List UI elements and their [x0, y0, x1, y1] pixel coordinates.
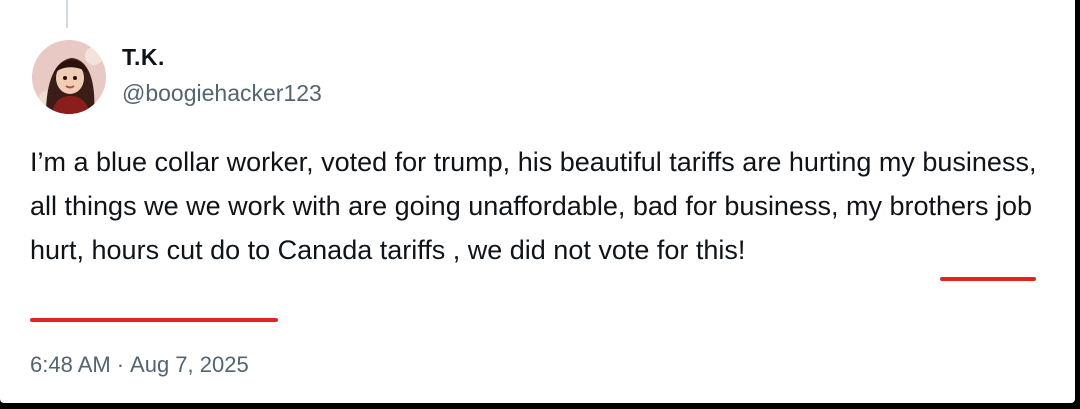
avatar[interactable]: [32, 40, 106, 114]
red-underline-mark: [30, 318, 278, 322]
tweet-date: Aug 7, 2025: [130, 352, 249, 377]
thread-connector-line: [66, 0, 68, 28]
avatar-illustration-icon: [32, 40, 106, 114]
user-handle[interactable]: @boogiehacker123: [122, 80, 322, 107]
timestamp-separator: ·: [116, 352, 125, 377]
tweet-timestamp[interactable]: 6:48 AM · Aug 7, 2025: [30, 352, 249, 378]
tweet-time: 6:48 AM: [30, 352, 111, 377]
tweet-text-highlighted: we did not vote for this!: [467, 235, 746, 265]
tweet-body: I’m a blue collar worker, voted for trum…: [30, 140, 1065, 272]
red-underline-mark: [940, 277, 1036, 281]
display-name[interactable]: T.K.: [122, 44, 165, 71]
tweet-card: T.K. @boogiehacker123 I’m a blue collar …: [0, 0, 1075, 403]
